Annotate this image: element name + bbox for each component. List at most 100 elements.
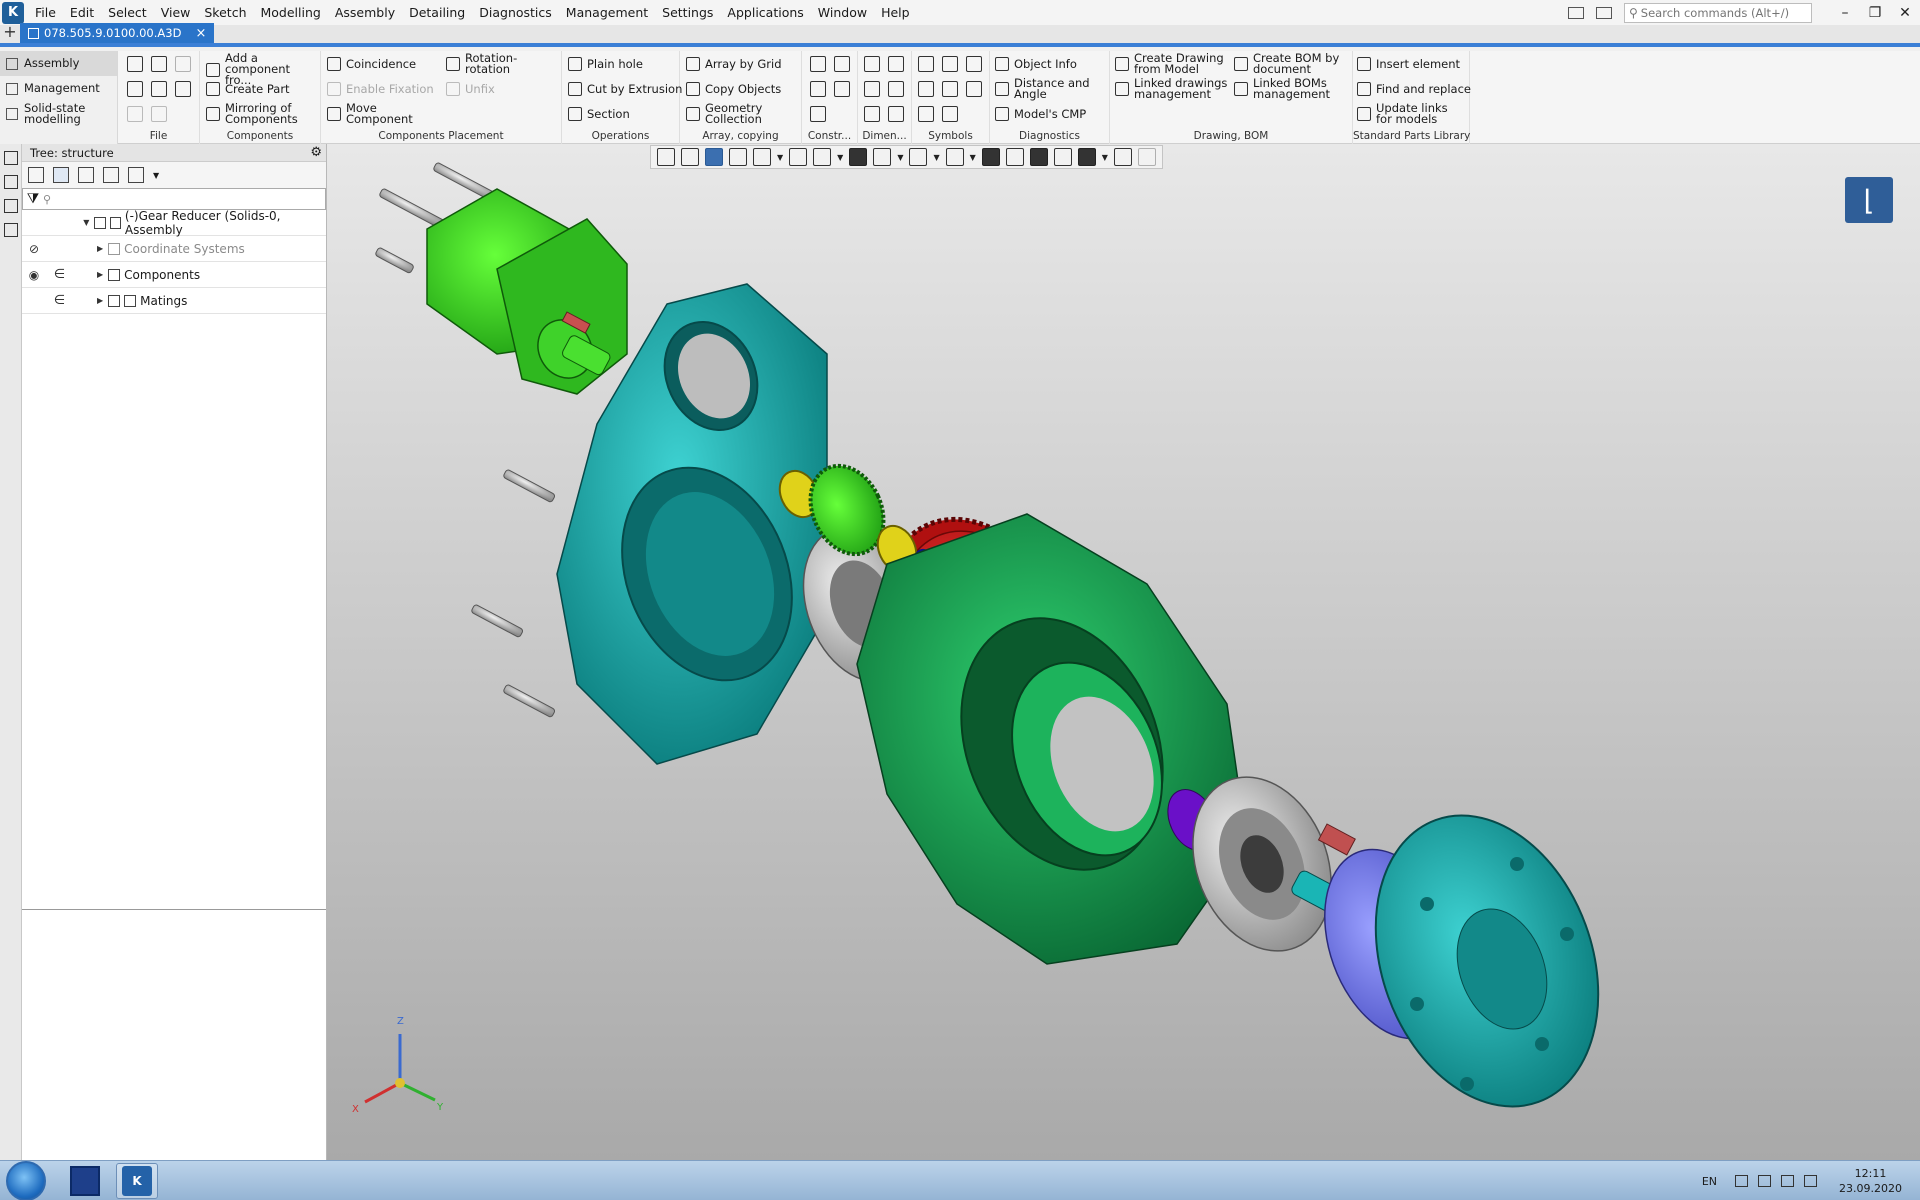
screenshot-icon[interactable]: [1596, 6, 1612, 19]
linear-dimension-icon[interactable]: [864, 56, 880, 72]
create-drawing-button[interactable]: Create Drawing from Model: [1115, 52, 1233, 75]
measure-icon[interactable]: [1113, 148, 1132, 166]
orient-icon[interactable]: [681, 148, 699, 166]
pencil-icon[interactable]: [1137, 148, 1156, 166]
menu-help[interactable]: Help: [874, 0, 917, 25]
chevron-down-icon[interactable]: ▼: [153, 171, 159, 180]
grid-icon[interactable]: [657, 148, 675, 166]
filter-icon[interactable]: [1077, 148, 1096, 166]
normal-view-icon[interactable]: [729, 148, 747, 166]
clock[interactable]: 12:11 23.09.2020: [1839, 1166, 1902, 1196]
menu-view[interactable]: View: [154, 0, 198, 25]
construction-plane-icon[interactable]: [810, 56, 826, 72]
menu-applications[interactable]: Applications: [720, 0, 810, 25]
tree-components-icon[interactable]: [78, 167, 94, 183]
mirroring-button[interactable]: Mirroring of Components: [206, 102, 318, 125]
zoom-icon[interactable]: [753, 148, 771, 166]
explode-icon[interactable]: [981, 148, 1000, 166]
unfix-button[interactable]: Unfix: [446, 82, 495, 96]
linked-drawings-button[interactable]: Linked drawings management: [1115, 77, 1233, 100]
layers-icon[interactable]: [4, 223, 18, 237]
close-tab-icon[interactable]: ×: [195, 26, 206, 41]
open-file-icon[interactable]: [151, 56, 167, 72]
layers-view-icon[interactable]: [1053, 148, 1072, 166]
plain-hole-button[interactable]: Plain hole: [568, 57, 643, 71]
wireframe-icon[interactable]: [873, 148, 892, 166]
tree-row-gear-reducer[interactable]: ▼ (-)Gear Reducer (Solids-0, Assembly: [22, 209, 326, 237]
radial-dimension-icon[interactable]: [864, 81, 880, 97]
tree-view-options-icon[interactable]: [128, 167, 144, 183]
insert-element-button[interactable]: Insert element: [1357, 57, 1460, 71]
move-component-button[interactable]: Move Component: [327, 102, 427, 125]
properties-panel-icon[interactable]: [4, 175, 18, 189]
chevron-down-icon[interactable]: ▼: [837, 153, 843, 162]
tray-network-icon[interactable]: [1758, 1175, 1772, 1187]
create-part-button[interactable]: Create Part: [206, 82, 290, 96]
close-window-icon[interactable]: ✕: [1890, 5, 1920, 21]
expand-arrow-icon[interactable]: ▶: [97, 270, 103, 279]
output-flange[interactable]: [1337, 784, 1637, 1138]
preview-icon[interactable]: [151, 81, 167, 97]
chevron-down-icon[interactable]: ▼: [777, 153, 783, 162]
print-icon[interactable]: [127, 81, 143, 97]
menu-sketch[interactable]: Sketch: [197, 0, 253, 25]
hide-icon[interactable]: [909, 148, 928, 166]
tree-filter-input[interactable]: [55, 192, 325, 206]
menu-diagnostics[interactable]: Diagnostics: [472, 0, 559, 25]
gear-reducer-model[interactable]: [327, 144, 1920, 1160]
models-cmp-button[interactable]: Model's CMP: [995, 107, 1086, 121]
tree-structure-icon[interactable]: [28, 167, 44, 183]
menu-select[interactable]: Select: [101, 0, 154, 25]
layout-icon[interactable]: [1568, 6, 1584, 19]
section-button[interactable]: Section: [568, 107, 630, 121]
tray-save-icon[interactable]: [1735, 1175, 1749, 1187]
construction-point-icon[interactable]: [834, 81, 850, 97]
find-replace-button[interactable]: Find and replace: [1357, 82, 1471, 96]
menu-modelling[interactable]: Modelling: [254, 0, 328, 25]
tree-row-matings[interactable]: ∈ ▶ Matings: [22, 288, 326, 314]
menu-file[interactable]: File: [28, 0, 63, 25]
tolerance-icon[interactable]: [918, 81, 934, 97]
gearbox-housing[interactable]: [856, 513, 1248, 965]
ribbon-tab-management[interactable]: Management: [0, 76, 117, 101]
3d-viewport[interactable]: ▼ ▼ ▼ ▼ ▼ ▼ ⌊ Z X Y: [327, 144, 1920, 1160]
app-logo-icon[interactable]: K: [2, 1, 24, 24]
gear-icon[interactable]: ⚙: [310, 144, 322, 162]
new-document-button[interactable]: +: [0, 23, 20, 43]
expand-arrow-icon[interactable]: ▶: [97, 244, 103, 253]
camera-icon[interactable]: [945, 148, 964, 166]
array-grid-button[interactable]: Array by Grid: [686, 57, 782, 71]
variables-icon[interactable]: [4, 199, 18, 213]
filter-icon[interactable]: ⧩: [23, 191, 43, 207]
leader-icon[interactable]: [918, 56, 934, 72]
menu-assembly[interactable]: Assembly: [328, 0, 402, 25]
ribbon-tab-solid-modelling[interactable]: Solid-state modelling: [0, 101, 117, 126]
roughness-icon[interactable]: [966, 56, 982, 72]
construction-axis-icon[interactable]: [834, 56, 850, 72]
construction-line-icon[interactable]: [810, 81, 826, 97]
start-button[interactable]: [6, 1160, 46, 1200]
rotate-icon[interactable]: [813, 148, 832, 166]
taskbar-kompas-app[interactable]: K: [116, 1162, 158, 1199]
document-tab[interactable]: 078.505.9.0100.00.A3D ×: [20, 23, 215, 43]
command-search-input[interactable]: [1640, 5, 1805, 20]
include-icon[interactable]: ∈: [46, 293, 73, 308]
menu-edit[interactable]: Edit: [63, 0, 101, 25]
section-view-icon[interactable]: [1005, 148, 1024, 166]
geometry-collection-button[interactable]: Geometry Collection: [686, 102, 786, 125]
hidden-eye-icon[interactable]: ⊘: [22, 242, 46, 256]
weld-icon[interactable]: [942, 81, 958, 97]
tree-row-components[interactable]: ◉ ∈ ▶ Components: [22, 262, 326, 288]
chevron-down-icon[interactable]: ▼: [970, 153, 976, 162]
cut-extrusion-button[interactable]: Cut by Extrusion: [568, 82, 682, 96]
model-orientation-icon[interactable]: ⌊: [1845, 177, 1893, 223]
command-search-box[interactable]: ⚲: [1624, 2, 1812, 23]
new-file-icon[interactable]: [127, 56, 143, 72]
expand-arrow-icon[interactable]: ▶: [97, 296, 103, 305]
volume-icon[interactable]: [1781, 1175, 1795, 1187]
create-bom-button[interactable]: Create BOM by document: [1234, 52, 1350, 75]
undo-icon[interactable]: [127, 106, 143, 122]
chevron-down-icon[interactable]: ▼: [1102, 153, 1108, 162]
distance-angle-button[interactable]: Distance and Angle: [995, 77, 1105, 100]
chevron-down-icon[interactable]: ▼: [933, 153, 939, 162]
